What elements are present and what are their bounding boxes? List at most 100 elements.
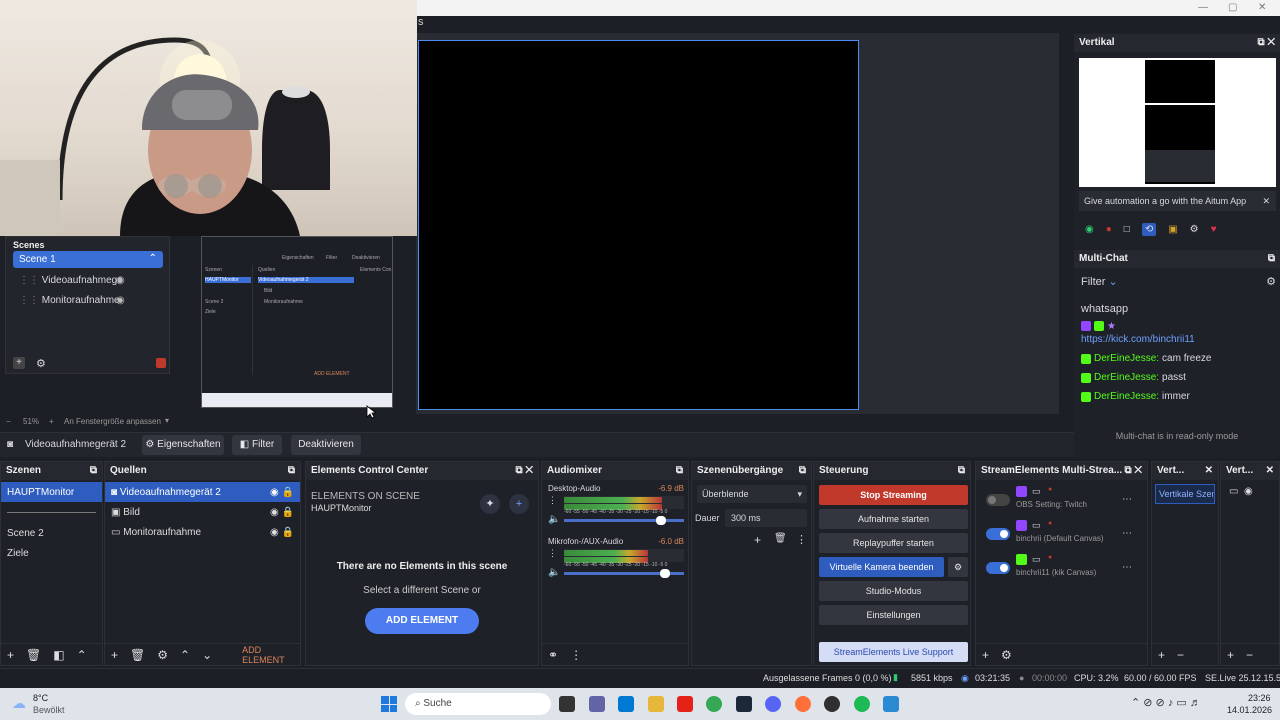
more-icon[interactable]: ⋮ [548, 548, 557, 559]
volume-handle[interactable] [660, 569, 670, 578]
fit-window-button[interactable]: An Fenstergröße anpassen [64, 417, 161, 426]
taskbar-search[interactable]: ⌕ Suche [405, 693, 551, 715]
source-item[interactable]: ◙ Videoaufnahmegerät 2 ◉ 🔒 [105, 482, 300, 502]
maximize-button[interactable]: ▢ [1228, 2, 1237, 13]
add-icon[interactable]: + [509, 494, 529, 514]
filter-button[interactable]: ◧ Filter [232, 435, 282, 455]
multistream-item[interactable]: ▭ ● binchrii11 (kik Canvas) ⋯ [984, 554, 1144, 582]
multistream-item[interactable]: ▭ ● binchrii (Default Canvas) ⋯ [984, 520, 1144, 548]
record-icon[interactable] [156, 358, 166, 368]
refresh-icon[interactable]: ⟲ [1141, 222, 1157, 236]
minus-icon[interactable]: − [1177, 648, 1184, 662]
more-icon[interactable]: ⋯ [1122, 528, 1132, 539]
program-canvas[interactable] [418, 40, 859, 410]
eye-icon[interactable]: ◉ [116, 275, 125, 286]
add-icon[interactable]: + [1227, 648, 1234, 662]
sparkle-icon[interactable]: ✦ [480, 494, 500, 514]
overlay-source-item[interactable]: ⋮⋮ Monitoraufnahme [19, 295, 120, 306]
obs-icon[interactable] [824, 696, 840, 712]
virtual-camera-button[interactable]: Virtuelle Kamera beenden [819, 557, 944, 577]
link-icon[interactable]: ◉ [1085, 224, 1094, 235]
stream-toggle[interactable] [986, 528, 1010, 540]
eye-icon[interactable]: ◉ 🔒 [270, 527, 294, 538]
speaker-icon[interactable]: 🔈 [548, 567, 560, 578]
studio-mode-button[interactable]: Studio-Modus [819, 581, 968, 601]
youtube-icon[interactable] [677, 696, 693, 712]
close-icon[interactable]: ⧉ ✕ [515, 465, 533, 477]
properties-button[interactable]: ⚙ Eigenschaften [142, 435, 224, 455]
trash-icon[interactable]: 🗑 [26, 648, 41, 662]
gear-icon[interactable]: ⚙ [1190, 224, 1199, 235]
close-icon[interactable]: ✕ [1205, 465, 1213, 477]
tray-icons[interactable]: ⌃ ⊘ ⊘ ♪ ▭ ♬ [1131, 696, 1201, 709]
chrome-icon[interactable] [706, 696, 722, 712]
add-element-button[interactable]: ADD ELEMENT [365, 608, 479, 634]
close-icon[interactable]: ✕ [1266, 465, 1274, 477]
eye-icon[interactable]: ◉ [116, 295, 125, 306]
undock-icon[interactable]: ⧉ [1268, 253, 1275, 265]
volume-handle[interactable] [656, 516, 667, 525]
filter-icon[interactable]: ◧ [53, 648, 64, 662]
weather-temp[interactable]: 8°C [33, 693, 48, 703]
stop-streaming-button[interactable]: Stop Streaming [819, 485, 968, 505]
firefox-icon[interactable] [795, 696, 811, 712]
spotify-icon[interactable] [854, 696, 870, 712]
folder-icon[interactable]: ▣ [1168, 224, 1177, 235]
zoom-in-button[interactable]: + [49, 417, 54, 426]
add-icon[interactable]: + [13, 357, 25, 369]
weather-text[interactable]: Bewölkt [33, 705, 65, 715]
more-icon[interactable]: ⋯ [1122, 494, 1132, 505]
volume-slider[interactable] [564, 569, 684, 578]
overlay-scene-item[interactable]: Scene 1 ⌃ [13, 251, 163, 268]
gear-icon[interactable]: ⚙ [1266, 275, 1276, 288]
add-icon[interactable]: + [7, 648, 14, 662]
heart-icon[interactable]: ♥ [1211, 224, 1217, 235]
add-icon[interactable]: + [982, 648, 989, 662]
zoom-out-button[interactable]: − [6, 417, 11, 426]
close-icon[interactable]: ⧉ ✕ [1257, 37, 1275, 49]
more-icon[interactable]: ⋮ [796, 533, 807, 546]
scene-item[interactable]: Ziele [1, 543, 102, 563]
discord-icon[interactable] [765, 696, 781, 712]
gear-icon[interactable]: ⚙ [948, 557, 968, 577]
close-button[interactable]: ✕ [1258, 2, 1266, 13]
clock-time[interactable]: 23:26 [1248, 693, 1271, 703]
multistream-item[interactable]: ▭ ● OBS Setting: Twitch ⋯ [984, 486, 1144, 514]
add-icon[interactable]: + [1158, 648, 1165, 662]
add-element-link[interactable]: ADD ELEMENT [242, 645, 300, 665]
stream-toggle[interactable] [986, 562, 1010, 574]
stop-icon[interactable]: □ [1124, 224, 1130, 235]
undock-icon[interactable]: ⧉ [958, 465, 965, 477]
overlay-source-item[interactable]: ⋮⋮ Videoaufnahmege [19, 275, 123, 286]
add-icon[interactable]: + [111, 648, 118, 662]
steam-icon[interactable] [736, 696, 752, 712]
vertical-scene-item[interactable]: Vertikale Szene [1155, 484, 1215, 504]
settings-button[interactable]: Einstellungen [819, 605, 968, 625]
undock-icon[interactable]: ⧉ [799, 465, 806, 477]
chevron-up-icon[interactable]: ⌃ [77, 648, 87, 662]
gear-icon[interactable]: ⚙ [1001, 648, 1012, 662]
undock-icon[interactable]: ⧉ [288, 465, 295, 477]
chevron-down-icon[interactable]: ▾ [165, 416, 169, 425]
transition-select[interactable]: Überblende ▾ [697, 485, 807, 503]
more-icon[interactable]: ⋯ [1122, 562, 1132, 573]
chat-filter[interactable]: Filter ⌄ [1081, 275, 1118, 288]
vertical-preview[interactable] [1079, 58, 1276, 187]
scene-item[interactable]: HAUPTMonitor [1, 482, 102, 502]
gear-icon[interactable]: ⚙ [157, 648, 168, 662]
replay-buffer-button[interactable]: Replaypuffer starten [819, 533, 968, 553]
undock-icon[interactable]: ⧉ [676, 465, 683, 477]
link-icon[interactable]: ⚭ [548, 648, 558, 662]
minus-icon[interactable]: − [1246, 648, 1253, 662]
trash-icon[interactable]: 🗑 [130, 648, 145, 662]
clock-date[interactable]: 14.01.2026 [1227, 705, 1272, 715]
teams-icon[interactable] [589, 696, 605, 712]
start-recording-button[interactable]: Aufnahme starten [819, 509, 968, 529]
source-item[interactable]: ▭ Monitoraufnahme ◉ 🔒 [105, 522, 300, 542]
menu-bar[interactable]: s [416, 16, 1280, 33]
stream-toggle[interactable] [986, 494, 1010, 506]
undock-icon[interactable]: ⧉ [90, 465, 97, 477]
scene-item[interactable]: Scene 2 [1, 523, 102, 543]
add-icon[interactable]: + [754, 533, 761, 547]
eye-icon[interactable]: ◉ 🔒 [270, 507, 294, 518]
